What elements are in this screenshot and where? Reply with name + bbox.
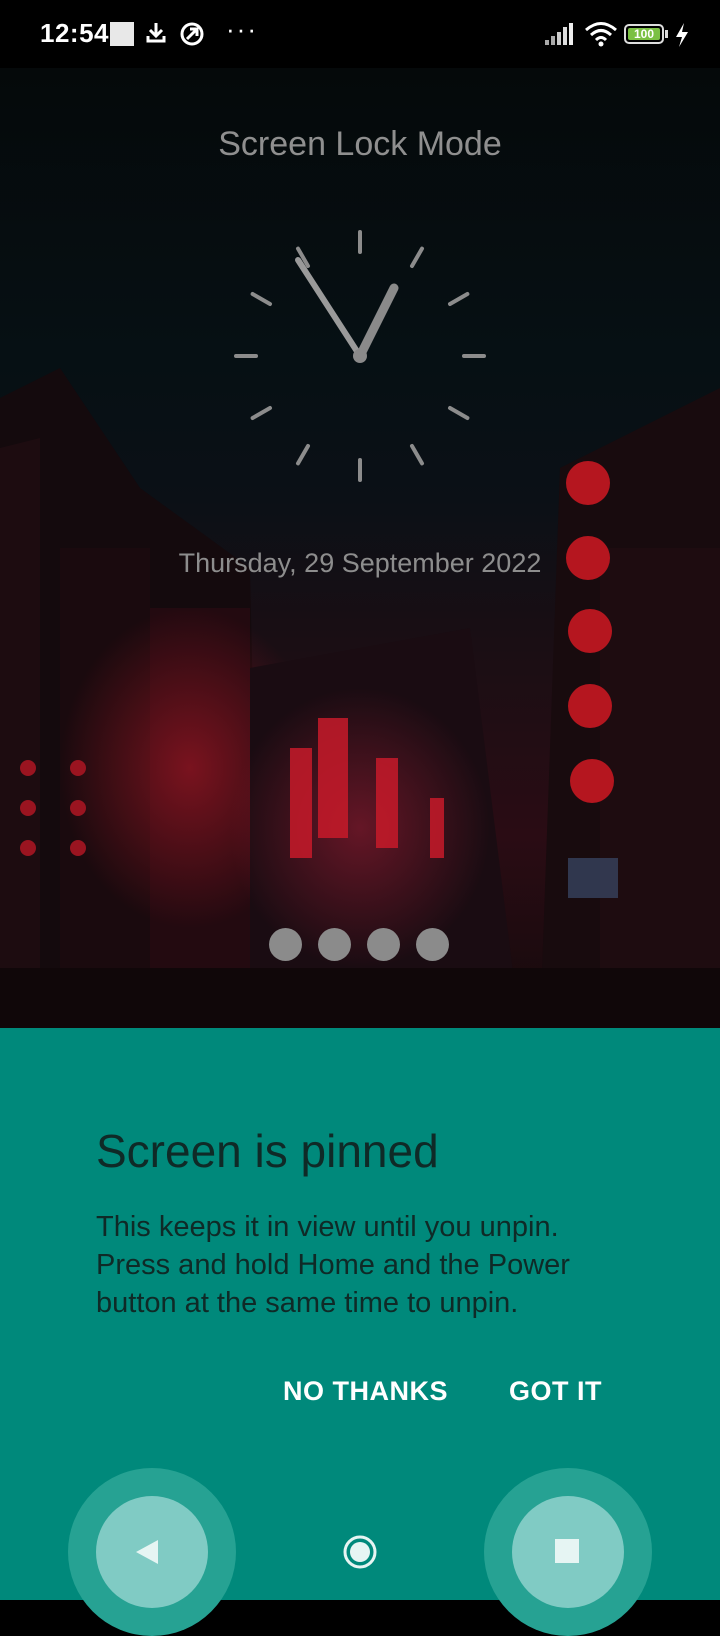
pin-dot xyxy=(367,928,400,961)
lock-screen-date: Thursday, 29 September 2022 xyxy=(178,548,542,578)
recents-icon xyxy=(555,1539,579,1563)
more-dots-icon: ··· xyxy=(226,14,258,44)
charging-icon xyxy=(676,23,688,47)
status-time: 12:54 xyxy=(40,18,109,48)
battery-icon: 100 xyxy=(624,24,664,44)
recents-button[interactable] xyxy=(512,1496,624,1608)
download-icon xyxy=(146,23,166,43)
signal-icon xyxy=(545,23,573,45)
no-thanks-button[interactable]: NO THANKS xyxy=(283,1376,448,1407)
wifi-icon xyxy=(585,22,617,47)
analog-clock xyxy=(234,230,486,482)
back-icon xyxy=(136,1540,158,1564)
status-bar: 12:54 ··· 100 xyxy=(0,0,720,68)
back-button[interactable] xyxy=(96,1496,208,1608)
sync-icon xyxy=(180,22,204,46)
got-it-button[interactable]: GOT IT xyxy=(509,1376,602,1407)
dialog-title: Screen is pinned xyxy=(96,1125,439,1177)
pin-dot xyxy=(269,928,302,961)
notification-square-icon xyxy=(110,22,134,46)
hour-hand xyxy=(355,283,399,361)
battery-level: 100 xyxy=(628,28,660,41)
pin-dot xyxy=(318,928,351,961)
minute-hand xyxy=(295,257,363,359)
home-icon[interactable] xyxy=(342,1534,378,1570)
lock-screen-title: Screen Lock Mode xyxy=(218,125,502,163)
pin-dot xyxy=(416,928,449,961)
pin-entry-dots xyxy=(269,928,449,962)
dialog-message: This keeps it in view until you unpin. P… xyxy=(96,1211,570,1319)
lock-screen: Screen Lock Mode Thursday, 29 September … xyxy=(0,68,720,1028)
battery-tip xyxy=(665,30,668,38)
